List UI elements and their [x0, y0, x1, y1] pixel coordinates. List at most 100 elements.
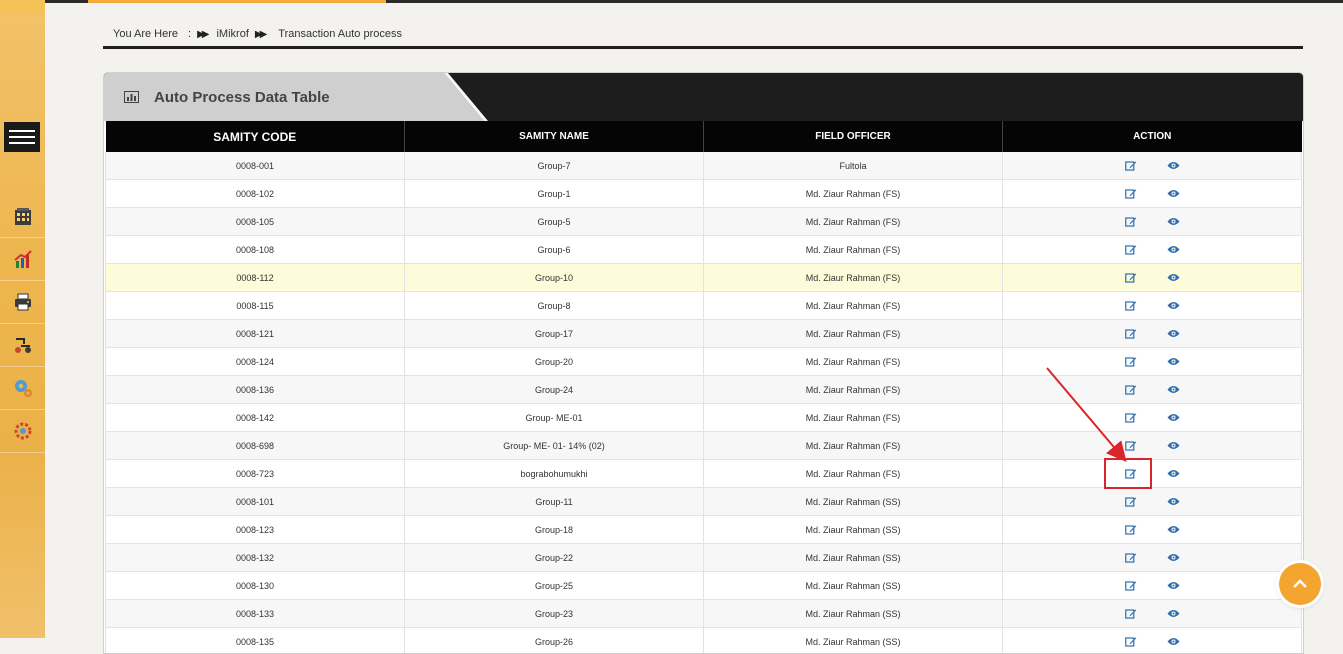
- edit-button[interactable]: [1125, 496, 1137, 507]
- sidebar-item-printer[interactable]: [0, 281, 45, 324]
- top-strip-accent: [88, 0, 386, 3]
- cell-action: [1003, 236, 1302, 264]
- cell-field-officer: Md. Ziaur Rahman (FS): [704, 180, 1003, 208]
- edit-button[interactable]: [1125, 356, 1137, 367]
- table-row: 0008-132Group-22Md. Ziaur Rahman (SS): [106, 544, 1302, 572]
- view-button[interactable]: [1167, 161, 1180, 170]
- view-button[interactable]: [1167, 581, 1180, 590]
- eye-icon: [1167, 553, 1180, 562]
- cell-samity-code: 0008-123: [106, 516, 405, 544]
- view-button[interactable]: [1167, 357, 1180, 366]
- sidebar-topbar: [0, 0, 45, 14]
- cell-action: [1003, 600, 1302, 628]
- sidebar: [0, 0, 45, 638]
- column-header-field-officer[interactable]: FIELD OFFICER: [704, 121, 1003, 152]
- eye-icon: [1167, 637, 1180, 646]
- edit-button[interactable]: [1125, 244, 1137, 255]
- edit-button[interactable]: [1125, 552, 1137, 563]
- column-header-samity-name[interactable]: SAMITY NAME: [405, 121, 704, 152]
- view-button[interactable]: [1167, 329, 1180, 338]
- edit-button[interactable]: [1125, 272, 1137, 283]
- eye-icon: [1167, 189, 1180, 198]
- edit-button[interactable]: [1125, 300, 1137, 311]
- view-button[interactable]: [1167, 413, 1180, 422]
- cell-samity-code: 0008-698: [106, 432, 405, 460]
- cell-samity-name: Group-18: [405, 516, 704, 544]
- cell-field-officer: Md. Ziaur Rahman (FS): [704, 236, 1003, 264]
- edit-button[interactable]: [1125, 580, 1137, 591]
- cell-samity-name: Group-17: [405, 320, 704, 348]
- edit-button[interactable]: [1125, 328, 1137, 339]
- eye-icon: [1167, 525, 1180, 534]
- chevron-up-icon: [1292, 579, 1308, 589]
- cell-field-officer: Md. Ziaur Rahman (FS): [704, 404, 1003, 432]
- cell-samity-code: 0008-108: [106, 236, 405, 264]
- edit-button[interactable]: [1125, 524, 1137, 535]
- column-header-action: ACTION: [1003, 121, 1302, 152]
- eye-icon: [1167, 357, 1180, 366]
- table-row: 0008-101Group-11Md. Ziaur Rahman (SS): [106, 488, 1302, 516]
- edit-button[interactable]: [1125, 412, 1137, 423]
- cell-field-officer: Md. Ziaur Rahman (FS): [704, 264, 1003, 292]
- cell-action: [1003, 180, 1302, 208]
- view-button[interactable]: [1167, 301, 1180, 310]
- edit-button[interactable]: [1125, 608, 1137, 619]
- table-row: 0008-001Group-7Fultola: [106, 152, 1302, 180]
- hamburger-menu-icon[interactable]: [4, 122, 40, 152]
- view-button[interactable]: [1167, 273, 1180, 282]
- table-row: 0008-130Group-25Md. Ziaur Rahman (SS): [106, 572, 1302, 600]
- sidebar-item-settings[interactable]: [0, 410, 45, 453]
- cell-samity-code: 0008-142: [106, 404, 405, 432]
- table-row: 0008-105Group-5Md. Ziaur Rahman (FS): [106, 208, 1302, 236]
- cell-samity-name: Group-8: [405, 292, 704, 320]
- cell-samity-name: Group-7: [405, 152, 704, 180]
- edit-icon: [1125, 496, 1137, 507]
- sidebar-item-transfer[interactable]: [0, 324, 45, 367]
- view-button[interactable]: [1167, 497, 1180, 506]
- edit-icon: [1125, 440, 1137, 451]
- sidebar-item-building[interactable]: [0, 195, 45, 238]
- view-button[interactable]: [1167, 469, 1180, 478]
- scroll-to-top-button[interactable]: [1279, 563, 1321, 605]
- cell-field-officer: Md. Ziaur Rahman (FS): [704, 432, 1003, 460]
- side-menu: [0, 195, 45, 453]
- eye-icon: [1167, 217, 1180, 226]
- sidebar-item-gears[interactable]: [0, 367, 45, 410]
- breadcrumb-link-imikrof[interactable]: iMikrof: [216, 28, 248, 40]
- view-button[interactable]: [1167, 637, 1180, 646]
- cell-samity-code: 0008-723: [106, 460, 405, 488]
- edit-icon: [1125, 328, 1137, 339]
- cell-samity-name: Group-20: [405, 348, 704, 376]
- panel-title-tab: Auto Process Data Table: [104, 73, 484, 121]
- cell-samity-name: Group-23: [405, 600, 704, 628]
- edit-button[interactable]: [1125, 160, 1137, 171]
- cell-field-officer: Md. Ziaur Rahman (SS): [704, 628, 1003, 654]
- table-row: 0008-698Group- ME- 01- 14% (02)Md. Ziaur…: [106, 432, 1302, 460]
- annotation-highlight-box: [1104, 458, 1152, 489]
- view-button[interactable]: [1167, 385, 1180, 394]
- view-button[interactable]: [1167, 217, 1180, 226]
- cell-samity-code: 0008-136: [106, 376, 405, 404]
- view-button[interactable]: [1167, 441, 1180, 450]
- eye-icon: [1167, 413, 1180, 422]
- cell-samity-code: 0008-101: [106, 488, 405, 516]
- view-button[interactable]: [1167, 189, 1180, 198]
- table-row: 0008-115Group-8Md. Ziaur Rahman (FS): [106, 292, 1302, 320]
- edit-button[interactable]: [1125, 384, 1137, 395]
- view-button[interactable]: [1167, 553, 1180, 562]
- view-button[interactable]: [1167, 609, 1180, 618]
- cell-action: [1003, 376, 1302, 404]
- printer-icon: [12, 291, 34, 313]
- eye-icon: [1167, 581, 1180, 590]
- cell-samity-code: 0008-133: [106, 600, 405, 628]
- panel-title: Auto Process Data Table: [154, 89, 330, 106]
- cell-action: [1003, 544, 1302, 572]
- view-button[interactable]: [1167, 245, 1180, 254]
- view-button[interactable]: [1167, 525, 1180, 534]
- edit-button[interactable]: [1125, 440, 1137, 451]
- sidebar-item-chart[interactable]: [0, 238, 45, 281]
- cell-samity-code: 0008-112: [106, 264, 405, 292]
- edit-button[interactable]: [1125, 216, 1137, 227]
- column-header-samity-code[interactable]: SAMITY CODE: [106, 121, 405, 152]
- edit-button[interactable]: [1125, 188, 1137, 199]
